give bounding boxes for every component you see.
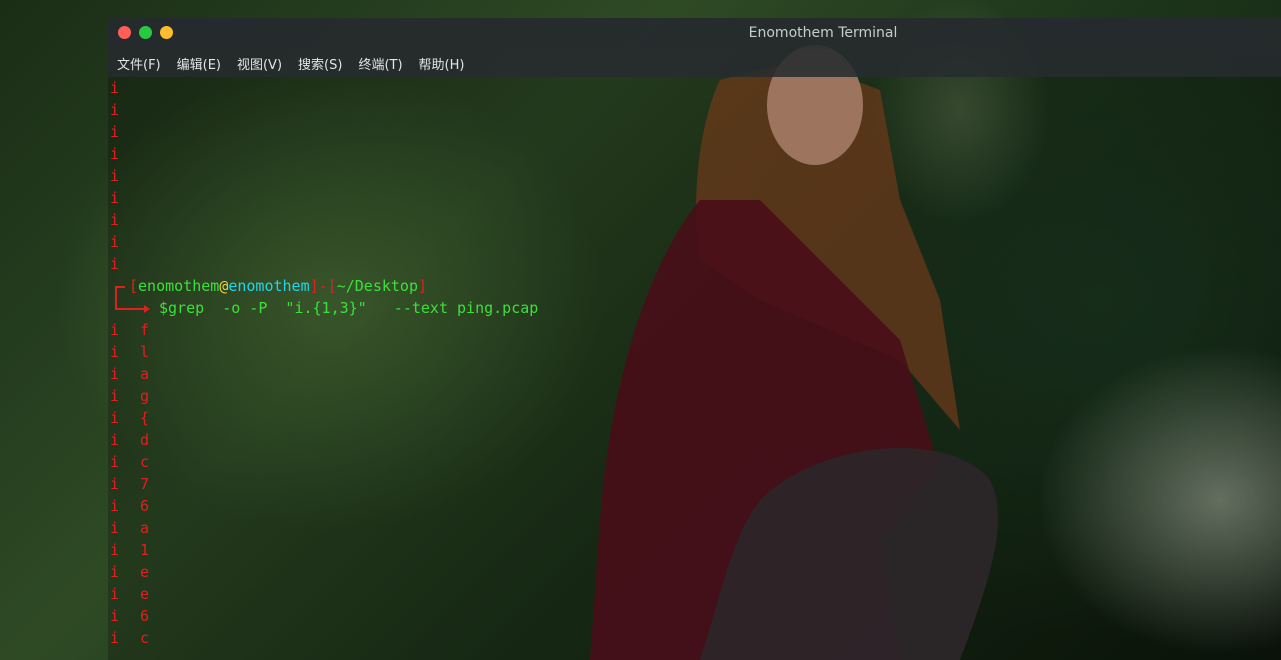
- menu-bar: 文件(F) 编辑(E) 视图(V) 搜索(S) 终端(T) 帮助(H): [108, 49, 1281, 77]
- prompt-separator: -: [318, 277, 328, 295]
- terminal-output-line: l: [140, 343, 150, 361]
- terminal-output-line: e: [140, 563, 150, 581]
- terminal-output-line: i: [110, 409, 120, 427]
- output-column-i: iiiiiiiiiiiiiii: [110, 319, 119, 649]
- terminal-output-line: i: [110, 343, 120, 361]
- terminal-output-line: f: [140, 321, 150, 339]
- terminal-output-line: i: [110, 255, 120, 273]
- terminal-output-line: i: [110, 123, 120, 141]
- prompt-path: ~/Desktop: [336, 277, 418, 295]
- terminal-output-line: i: [110, 497, 120, 515]
- window-title: Enomothem Terminal: [748, 25, 898, 41]
- terminal-output-line: i: [110, 585, 120, 603]
- terminal-output-line: i: [110, 387, 120, 405]
- terminal-output-line: a: [140, 365, 150, 383]
- output-column-flag: f l a g{d c 7 6 a 1 e e 6 c: [140, 319, 149, 649]
- title-bar[interactable]: Enomothem Terminal: [108, 18, 1281, 49]
- terminal-output-line: 6: [140, 607, 150, 625]
- menu-search[interactable]: 搜索(S): [298, 54, 342, 73]
- terminal-output-line: i: [110, 453, 120, 471]
- terminal-output-line: e: [140, 585, 150, 603]
- terminal-output-line: i: [110, 365, 120, 383]
- terminal-output-line: d: [140, 431, 150, 449]
- prompt-path-close: ]: [418, 277, 428, 295]
- terminal-output-line: a: [140, 519, 150, 537]
- terminal-output-line: c: [140, 629, 150, 647]
- terminal-output-line: i: [110, 79, 120, 97]
- terminal-output-line: i: [110, 541, 120, 559]
- menu-terminal[interactable]: 终端(T): [358, 54, 402, 73]
- terminal-output-line: i: [110, 101, 120, 119]
- prompt-close-bracket: ]: [309, 277, 319, 295]
- previous-output-lines: iiiiiiiii: [110, 77, 119, 275]
- terminal-output-line: 1: [140, 541, 150, 559]
- prompt-open-bracket: [: [129, 277, 139, 295]
- terminal-output-line: i: [110, 233, 120, 251]
- terminal-output-line: i: [110, 431, 120, 449]
- terminal-output-line: i: [110, 519, 120, 537]
- terminal-output-line: {: [140, 409, 150, 427]
- terminal-output-line: i: [110, 145, 120, 163]
- terminal-window: Enomothem Terminal 文件(F) 编辑(E) 视图(V) 搜索(…: [108, 18, 1281, 660]
- terminal-output-line: i: [110, 563, 120, 581]
- prompt-user: enomothem: [138, 277, 220, 295]
- menu-edit[interactable]: 编辑(E): [177, 54, 221, 73]
- menu-file[interactable]: 文件(F): [117, 54, 161, 73]
- menu-view[interactable]: 视图(V): [237, 54, 282, 73]
- menu-help[interactable]: 帮助(H): [419, 54, 465, 73]
- terminal-output-line: g: [140, 387, 150, 405]
- terminal-output-line: i: [110, 167, 120, 185]
- terminal-output-line: i: [110, 321, 120, 339]
- terminal-output-line: i: [110, 629, 120, 647]
- prompt-path-open: [: [327, 277, 337, 295]
- prompt-host: enomothem: [228, 277, 310, 295]
- terminal-output-line: 7: [140, 475, 150, 493]
- shell-prompt: [enomothem@enomothem]-[~/Desktop]: [110, 275, 427, 297]
- terminal-output-line: i: [110, 211, 120, 229]
- terminal-output-line: i: [110, 607, 120, 625]
- terminal-output-line: 6: [140, 497, 150, 515]
- terminal-output-area[interactable]: iiiiiiiii [enomothem@enomothem]-[~/Deskt…: [108, 77, 1281, 660]
- terminal-output-line: i: [110, 189, 120, 207]
- command-line: $grep -o -P "i.{1,3}" --text ping.pcap: [110, 297, 538, 319]
- terminal-output-line: i: [110, 475, 120, 493]
- command-text: $grep -o -P "i.{1,3}" --text ping.pcap: [159, 299, 539, 317]
- terminal-output-line: c: [140, 453, 150, 471]
- prompt-at: @: [219, 277, 229, 295]
